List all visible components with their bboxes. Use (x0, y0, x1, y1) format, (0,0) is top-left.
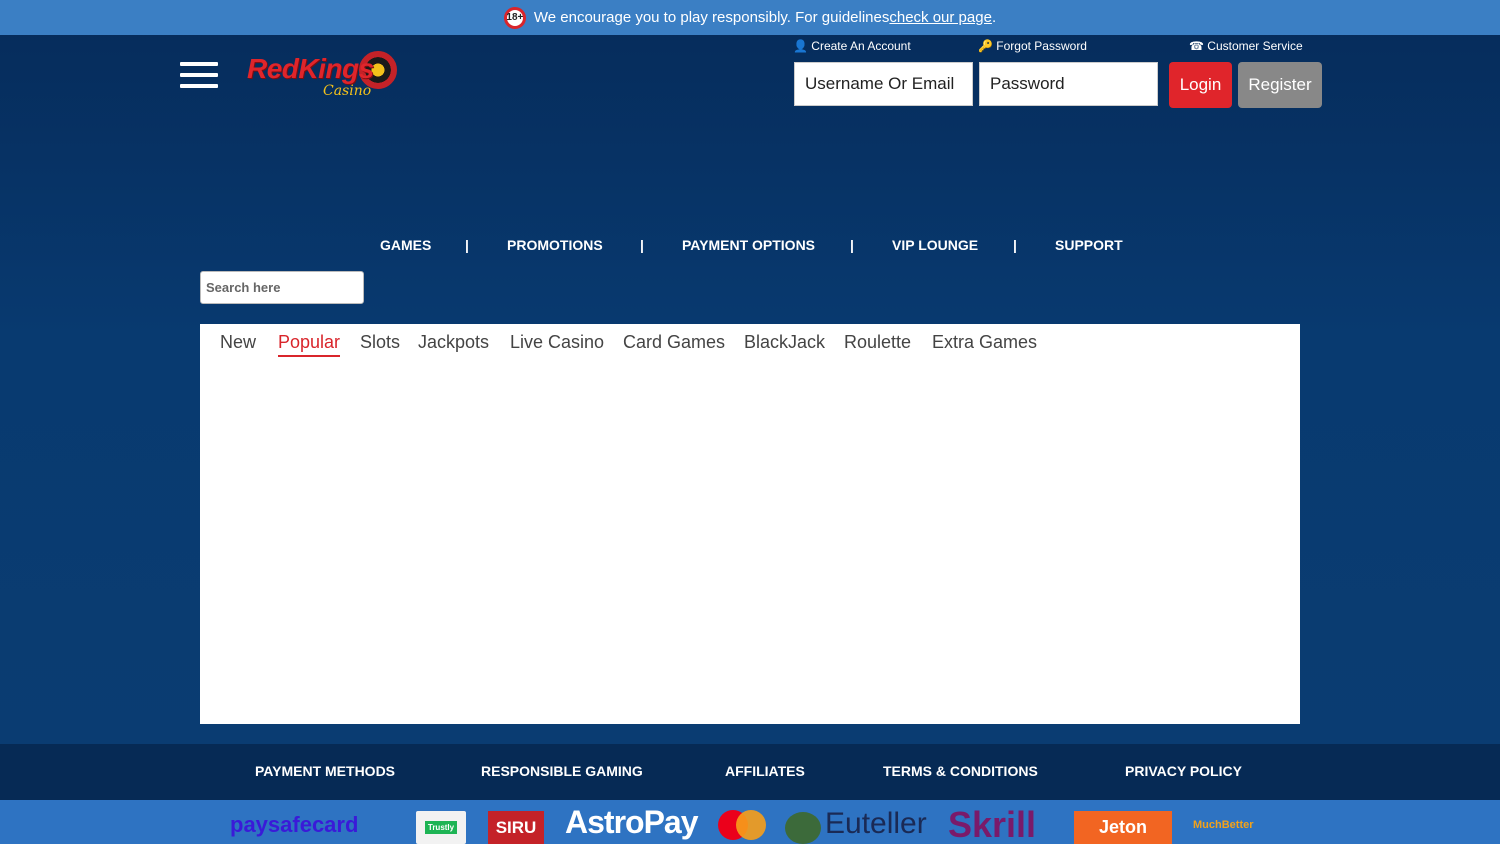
account-links: 👤 Create An Account 🔑 Forgot Password ☎ … (793, 39, 1303, 55)
footer-terms[interactable]: TERMS & CONDITIONS (883, 763, 1038, 779)
muchbetter-logo: MuchBetter (1193, 819, 1254, 831)
login-form: Username Or Email Password Login Registe… (794, 62, 1322, 108)
tab-jackpots[interactable]: Jackpots (418, 332, 489, 353)
footer-privacy[interactable]: PRIVACY POLICY (1125, 763, 1242, 779)
nav-payment-options[interactable]: PAYMENT OPTIONS (682, 237, 815, 253)
tab-slots[interactable]: Slots (360, 332, 400, 353)
euteller-globe-icon (785, 812, 821, 844)
nav-separator: | (1013, 237, 1017, 253)
banner-tail: . (991, 9, 997, 26)
forgot-password-link[interactable]: 🔑 Forgot Password (978, 39, 1087, 53)
skrill-logo: Skrill (948, 804, 1037, 844)
menu-icon[interactable] (180, 62, 218, 88)
payment-logos: paysafecard Trustly SIRU AstroPay Eutell… (0, 800, 1500, 844)
nav-games[interactable]: GAMES (380, 237, 431, 253)
age-18-icon: 18+ (503, 6, 526, 29)
tab-popular[interactable]: Popular (278, 332, 341, 357)
main-nav: GAMES | PROMOTIONS | PAYMENT OPTIONS | V… (0, 237, 1500, 257)
logo-sub: Casino (323, 83, 372, 99)
guidelines-link[interactable]: check our page (889, 9, 992, 26)
siru-logo: SIRU (488, 811, 544, 844)
trustly-logo: Trustly (416, 811, 466, 844)
site-logo[interactable]: RedKings Casino (247, 49, 402, 104)
footer-affiliates[interactable]: AFFILIATES (725, 763, 805, 779)
astropay-logo: AstroPay (565, 804, 698, 840)
responsible-gaming-banner: 18+ We encourage you to play responsibly… (0, 0, 1500, 35)
games-panel: New Popular Slots Jackpots Live Casino C… (200, 324, 1300, 724)
nav-promotions[interactable]: PROMOTIONS (507, 237, 603, 253)
mastercard-logo (718, 810, 766, 840)
logo-brand: RedKings (247, 53, 374, 84)
register-button[interactable]: Register (1238, 62, 1322, 108)
tab-blackjack[interactable]: BlackJack (744, 332, 825, 353)
tab-roulette[interactable]: Roulette (844, 332, 911, 353)
tab-card-games[interactable]: Card Games (623, 332, 725, 353)
site-header: RedKings Casino 👤 Create An Account 🔑 Fo… (0, 35, 1500, 225)
password-input[interactable]: Password (979, 62, 1158, 106)
search-input[interactable]: Search here (200, 271, 364, 304)
banner-text: We encourage you to play responsibly. Fo… (533, 9, 890, 26)
nav-separator: | (465, 237, 469, 253)
paysafecard-logo: paysafecard (230, 812, 359, 837)
footer-nav: PAYMENT METHODS RESPONSIBLE GAMING AFFIL… (0, 744, 1500, 800)
footer-responsible-gaming[interactable]: RESPONSIBLE GAMING (481, 763, 643, 779)
nav-separator: | (640, 237, 644, 253)
tab-extra-games[interactable]: Extra Games (932, 332, 1037, 353)
nav-separator: | (850, 237, 854, 253)
euteller-logo: Euteller (825, 807, 927, 840)
footer-payment-methods[interactable]: PAYMENT METHODS (255, 763, 395, 779)
login-button[interactable]: Login (1169, 62, 1232, 108)
tab-new[interactable]: New (220, 332, 256, 353)
nav-support[interactable]: SUPPORT (1055, 237, 1123, 253)
customer-service-link[interactable]: ☎ Customer Service (1189, 39, 1303, 53)
jeton-logo: Jeton (1074, 811, 1172, 844)
username-input[interactable]: Username Or Email (794, 62, 973, 106)
nav-vip-lounge[interactable]: VIP LOUNGE (892, 237, 978, 253)
tab-live-casino[interactable]: Live Casino (510, 332, 604, 353)
create-account-link[interactable]: 👤 Create An Account (793, 39, 911, 53)
